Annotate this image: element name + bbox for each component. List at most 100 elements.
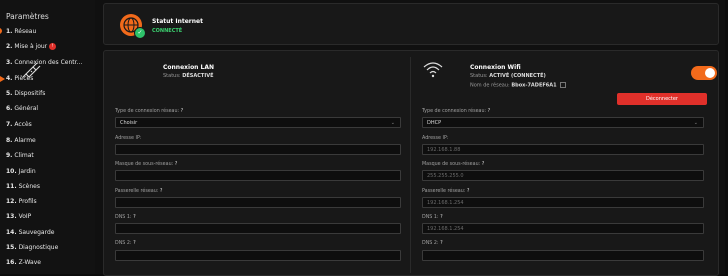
pointer-arrow-icon — [0, 76, 5, 82]
item-label: Z-Wave — [18, 259, 41, 266]
lan-dns1-input[interactable] — [115, 223, 401, 234]
item-num: 12. — [6, 198, 17, 205]
item-label: Jardin — [18, 168, 36, 175]
internet-status: CONNECTÉ — [152, 28, 183, 34]
sidebar-item-diagnostique[interactable]: 15. Diagnostique — [6, 244, 94, 251]
info-icon: ? — [466, 189, 470, 194]
sidebar-item-climat[interactable]: 9. Climat — [6, 152, 94, 159]
item-num: 13. — [6, 213, 17, 220]
lan-gateway-input[interactable] — [115, 197, 401, 208]
sidebar-item-scenes[interactable]: 11. Scènes — [6, 183, 94, 190]
wifi-status: Status: ACTIVÉ (CONNECTÉ) — [470, 73, 546, 79]
lan-dns2-input[interactable] — [115, 250, 401, 261]
label-text: DNS 2: — [115, 241, 132, 246]
info-icon: ? — [133, 241, 136, 246]
internet-title: Statut Internet — [152, 18, 203, 25]
wifi-dns1-input[interactable]: 192.168.1.254 — [422, 223, 704, 234]
wifi-mask-label: Masque de sous-réseau: ? — [422, 162, 484, 167]
label-text: DNS 1: — [422, 215, 439, 220]
wifi-dns2-label: DNS 2: ? — [422, 241, 443, 246]
sidebar-item-acces[interactable]: 7. Accès — [6, 121, 94, 128]
sidebar-item-alarme[interactable]: 8. Alarme — [6, 137, 94, 144]
item-label: Réseau — [14, 28, 37, 35]
wifi-network-value: Bbox-7ADEF6A1 — [511, 82, 557, 89]
wifi-mask-input[interactable]: 255.255.255.0 — [422, 170, 704, 181]
wifi-dns1-label: DNS 1: ? — [422, 215, 443, 220]
item-label: Dispositifs — [14, 90, 46, 97]
update-badge: ! — [49, 43, 57, 50]
wifi-ip-label: Adresse IP: — [422, 136, 449, 141]
item-num: 2. — [6, 43, 13, 50]
lan-conn-type-select[interactable]: Choisir ⌄ — [115, 117, 401, 128]
chevron-down-icon: ⌄ — [390, 120, 395, 126]
wifi-title: Connexion Wifi — [470, 64, 521, 71]
connections-panel — [103, 50, 719, 276]
item-label: Mise à jour — [14, 43, 48, 50]
lan-dns1-label: DNS 1: ? — [115, 215, 136, 220]
wifi-dns2-input[interactable] — [422, 250, 704, 261]
lan-mask-label: Masque de sous-réseau: ? — [115, 162, 177, 167]
item-label: Sauvegarde — [18, 229, 55, 236]
label-text: Masque de sous-réseau: — [422, 162, 481, 167]
chevron-down-icon: ⌄ — [693, 120, 698, 126]
label-text: Passerelle réseau: — [422, 189, 466, 194]
lan-title: Connexion LAN — [163, 64, 215, 71]
info-icon: ? — [487, 109, 491, 114]
item-label: VoIP — [18, 213, 32, 220]
item-num: 11. — [6, 183, 17, 190]
wifi-gateway-label: Passerelle réseau: ? — [422, 189, 469, 194]
wifi-conn-type-label: Type de connexion réseau: ? — [422, 109, 490, 114]
info-icon: ? — [133, 215, 136, 220]
label-text: Masque de sous-réseau: — [115, 162, 174, 167]
label-text: Type de connexion réseau: — [115, 109, 180, 114]
wifi-ip-input[interactable]: 192.168.1.88 — [422, 144, 704, 155]
divider — [410, 57, 411, 273]
sidebar-item-reseau[interactable]: 1. Réseau — [6, 28, 94, 35]
lan-ip-input[interactable] — [115, 144, 401, 155]
item-label: Climat — [14, 152, 34, 159]
wifi-gateway-input[interactable]: 192.168.1.254 — [422, 197, 704, 208]
lan-dns2-label: DNS 2: ? — [115, 241, 136, 246]
wifi-status-value: ACTIVÉ (CONNECTÉ) — [489, 73, 546, 79]
item-num: 10. — [6, 168, 17, 175]
item-num: 5. — [6, 90, 13, 97]
info-icon: ? — [440, 241, 443, 246]
main-content: ✓ Statut Internet CONNECTÉ Connexion LAN… — [22, 0, 725, 276]
item-num: 1. — [6, 28, 13, 35]
info-icon: ? — [481, 162, 485, 167]
sidebar-item-voip[interactable]: 13. VoIP — [6, 213, 94, 220]
item-num: 3. — [6, 59, 13, 66]
internet-status-panel: ✓ Statut Internet CONNECTÉ — [103, 3, 719, 45]
wifi-toggle[interactable] — [691, 66, 717, 80]
item-label: Scènes — [18, 183, 40, 190]
wifi-icon — [421, 58, 445, 84]
lan-gateway-label: Passerelle réseau: ? — [115, 189, 162, 194]
item-num: 8. — [6, 137, 13, 144]
sidebar-item-jardin[interactable]: 10. Jardin — [6, 168, 94, 175]
item-num: 16. — [6, 259, 17, 266]
wifi-conn-type-select[interactable]: DHCP ⌄ — [422, 117, 704, 128]
label-text: Passerelle réseau: — [115, 189, 159, 194]
lan-mask-input[interactable] — [115, 170, 401, 181]
lan-status-value: DÉSACTIVÉ — [182, 73, 214, 79]
item-label: Général — [14, 105, 39, 112]
sidebar-item-general[interactable]: 6. Général — [6, 105, 94, 112]
selected-indicator — [0, 28, 2, 34]
info-icon: ? — [440, 215, 443, 220]
disconnect-button[interactable]: Déconnecter — [617, 93, 707, 105]
item-label: Profils — [18, 198, 37, 205]
toggle-knob — [705, 68, 715, 78]
sidebar-item-zwave[interactable]: 16. Z-Wave — [6, 259, 94, 266]
sidebar-item-sauvegarde[interactable]: 14. Sauvegarde — [6, 229, 94, 236]
sidebar-item-dispositifs[interactable]: 5. Dispositifs — [6, 90, 94, 97]
select-value: Choisir — [120, 120, 138, 126]
item-num: 15. — [6, 244, 17, 251]
info-icon: ? — [159, 189, 163, 194]
lan-conn-type-label: Type de connexion réseau: ? — [115, 109, 183, 114]
sidebar-item-mise-a-jour[interactable]: 2. Mise à jour! — [6, 43, 94, 50]
info-icon: ? — [180, 109, 184, 114]
sidebar: Paramètres 1. Réseau 2. Mise à jour! 3. … — [0, 0, 95, 274]
sidebar-item-profils[interactable]: 12. Profils — [6, 198, 94, 205]
check-icon: ✓ — [134, 27, 146, 39]
lan-status: Status: DÉSACTIVÉ — [163, 73, 213, 79]
